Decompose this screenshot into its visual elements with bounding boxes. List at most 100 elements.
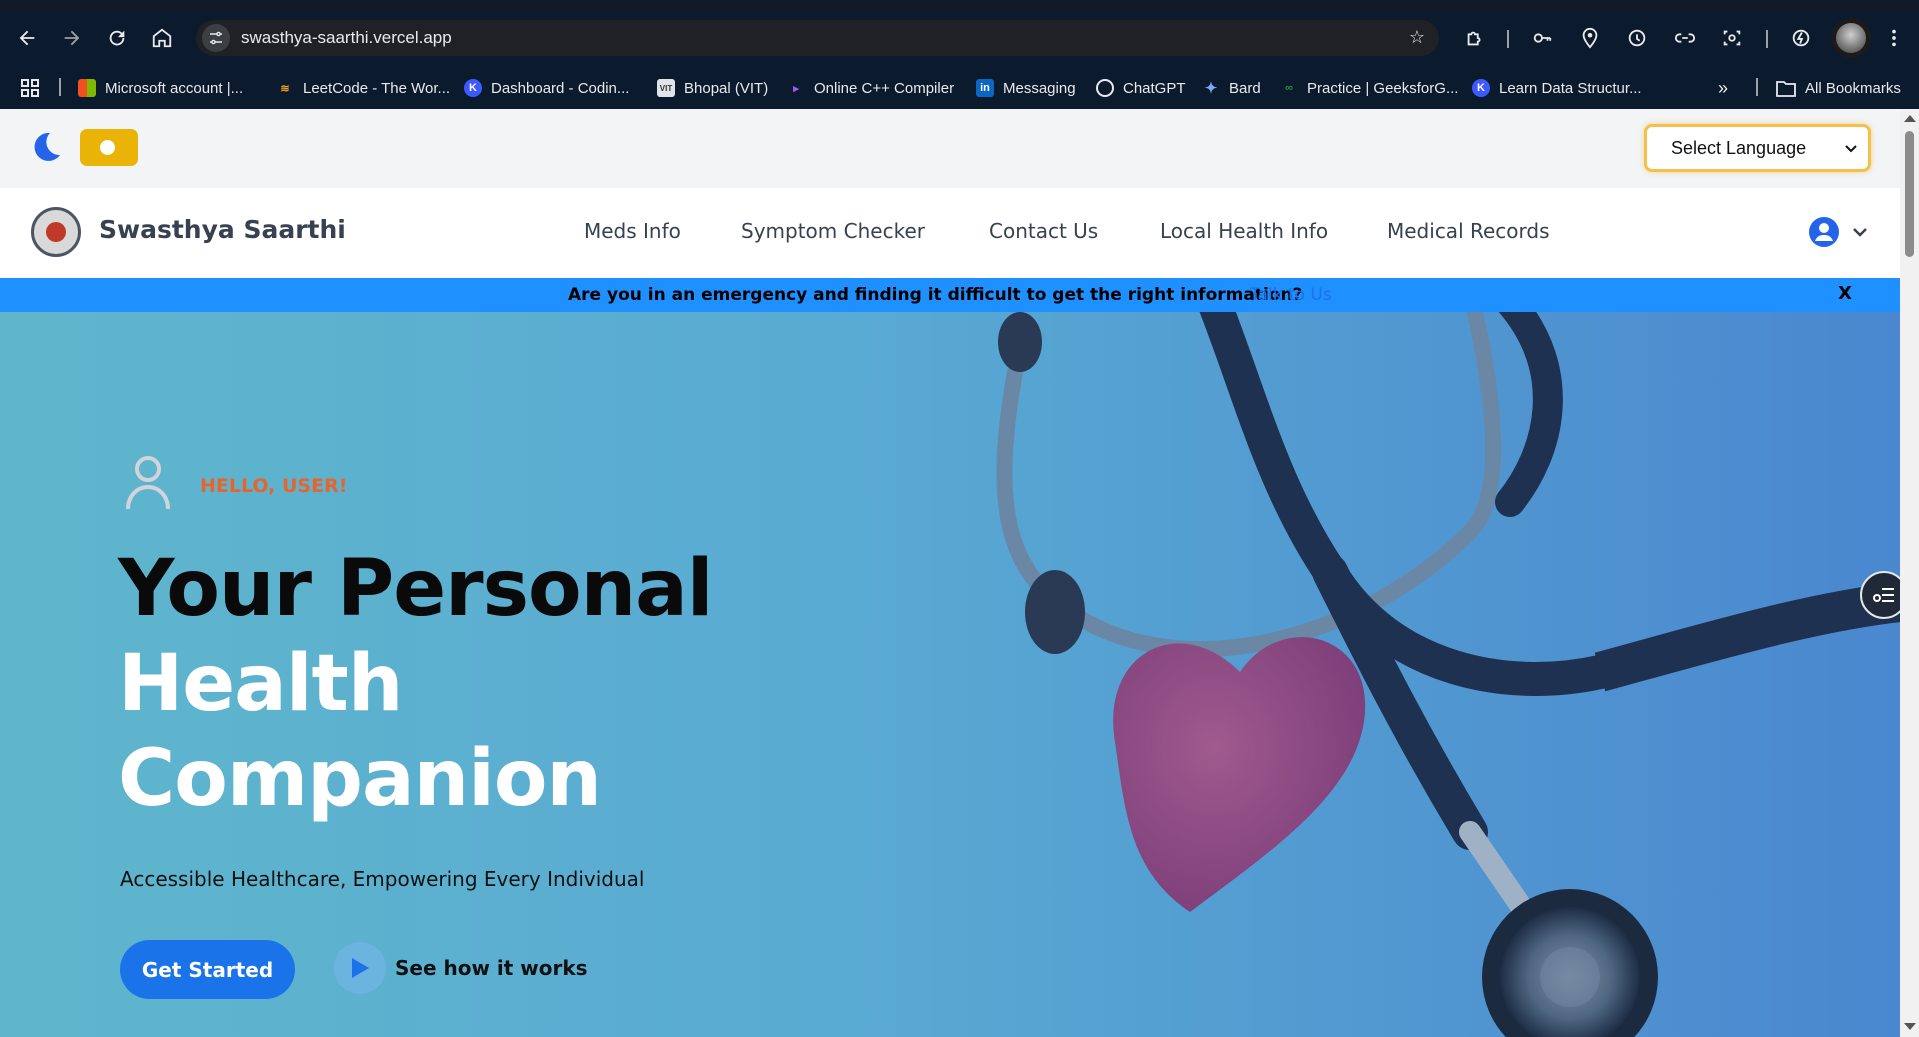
nav-link-meds-info[interactable]: Meds Info (584, 219, 681, 243)
bookmark-item[interactable]: ≋ LeetCode - The Wor... (276, 75, 450, 101)
vit-icon: VIT (657, 79, 675, 97)
site-info-button[interactable] (202, 24, 230, 52)
bookmark-label: Bard (1229, 79, 1261, 97)
profile-button[interactable] (1831, 18, 1871, 58)
floating-menu-button[interactable] (1860, 571, 1900, 619)
list-toggle-icon (1873, 588, 1894, 602)
bookmark-label: Microsoft account |... (105, 79, 244, 97)
utility-bar: Select Language (0, 109, 1900, 188)
scrollbar-thumb[interactable] (1905, 131, 1914, 257)
coding-ninjas-icon: K (1472, 79, 1490, 97)
address-bar[interactable]: swasthya-saarthi.vercel.app ☆ (196, 20, 1439, 56)
bookmark-star-icon[interactable]: ☆ (1409, 27, 1425, 48)
nav-link-local-health-info[interactable]: Local Health Info (1160, 219, 1328, 243)
puzzle-icon (1467, 31, 1481, 46)
more-vertical-icon (1892, 29, 1896, 47)
chatgpt-icon (1096, 79, 1114, 97)
apps-button[interactable] (20, 75, 40, 101)
scroll-down-arrow[interactable] (1904, 1023, 1916, 1030)
language-select-value: Select Language (1671, 137, 1807, 158)
bookmark-item[interactable]: VIT Bhopal (VIT) (657, 75, 768, 101)
nav-link-medical-records[interactable]: Medical Records (1387, 219, 1550, 243)
bookmarks-bar: Microsoft account |... ≋ LeetCode - The … (0, 66, 1919, 109)
page-viewport: Select Language Swasthya Saarthi Meds In… (0, 109, 1900, 1037)
greeting-text: HELLO, USER! (200, 475, 348, 497)
bookmark-item[interactable]: ChatGPT (1096, 75, 1186, 101)
toolbar-divider (1507, 30, 1509, 48)
theme-toggle[interactable] (80, 129, 138, 166)
reload-icon (109, 30, 125, 46)
hero-headline-line2: Health (118, 639, 403, 729)
browser-chrome: swasthya-saarthi.vercel.app ☆ Microsoft … (0, 0, 1919, 109)
user-account-icon[interactable] (1809, 217, 1839, 247)
bookmark-label: Bhopal (VIT) (684, 79, 769, 97)
all-bookmarks-button[interactable]: All Bookmarks (1776, 75, 1901, 101)
tune-icon (210, 31, 222, 45)
bookmark-item[interactable]: Microsoft account |... (78, 75, 243, 101)
browser-toolbar: swasthya-saarthi.vercel.app ☆ (0, 10, 1919, 66)
url-text: swasthya-saarthi.vercel.app (241, 28, 452, 47)
forward-button[interactable] (56, 22, 88, 54)
history-button[interactable] (1621, 22, 1653, 54)
nav-link-symptom-checker[interactable]: Symptom Checker (741, 219, 925, 243)
brand-logo[interactable] (31, 207, 81, 257)
bard-icon: ✦ (1204, 80, 1218, 97)
bookmark-item[interactable]: K Learn Data Structur... (1472, 75, 1642, 101)
nav-link-contact-us[interactable]: Contact Us (989, 219, 1098, 243)
bookmark-label: Online C++ Compiler (814, 79, 955, 97)
bookmarks-divider (1756, 78, 1758, 96)
chevron-down-icon (1845, 145, 1857, 153)
brand-name[interactable]: Swasthya Saarthi (99, 215, 346, 244)
talk-to-us-link[interactable]: Talk to Us (1250, 285, 1332, 305)
bookmark-item[interactable]: ∞ Practice | GeeksforG... (1280, 75, 1458, 101)
play-button[interactable] (334, 942, 386, 994)
chevron-double-right-icon: » (1718, 77, 1729, 98)
location-button[interactable] (1574, 22, 1606, 54)
bookmark-label: LeetCode - The Wor... (303, 79, 451, 97)
get-started-button[interactable]: Get Started (120, 940, 295, 999)
window-title-strip (0, 0, 1919, 10)
performance-button[interactable] (1785, 22, 1817, 54)
profile-avatar (1836, 23, 1866, 53)
hero-headline-line1: Your Personal (118, 544, 714, 634)
bookmark-label: Learn Data Structur... (1499, 79, 1642, 97)
bookmark-label: Dashboard - Codin... (491, 79, 630, 97)
scroll-up-arrow[interactable] (1904, 115, 1916, 122)
bookmark-item[interactable]: ✦ Bard (1202, 75, 1261, 101)
bookmark-label: Practice | GeeksforG... (1307, 79, 1459, 97)
copy-link-button[interactable] (1669, 22, 1701, 54)
page-scrollbar[interactable] (1900, 109, 1919, 1037)
back-button[interactable] (11, 22, 43, 54)
bookmark-label: Messaging (1003, 79, 1076, 97)
language-select[interactable]: Select Language (1644, 124, 1871, 172)
home-icon (152, 28, 172, 48)
lens-icon (1723, 30, 1741, 46)
logo-emblem (46, 222, 66, 242)
see-how-it-works-link[interactable]: See how it works (395, 956, 588, 980)
linkedin-icon: in (976, 79, 994, 97)
chevron-down-icon[interactable] (1851, 223, 1869, 241)
folder-icon (1776, 81, 1796, 97)
passwords-button[interactable] (1526, 22, 1558, 54)
more-bookmarks-button[interactable]: » (1718, 75, 1728, 101)
hero-headline-line3: Companion (118, 734, 602, 824)
home-button[interactable] (146, 22, 178, 54)
close-banner-button[interactable]: X (1838, 283, 1852, 304)
moon-icon[interactable] (28, 129, 64, 165)
main-navbar: Swasthya Saarthi Meds Info Symptom Check… (0, 188, 1900, 278)
stethoscope-heart-image (996, 312, 1900, 1037)
arrow-right-icon (64, 30, 80, 46)
bookmark-item[interactable]: in Messaging (976, 75, 1076, 101)
arrow-left-icon (19, 30, 35, 46)
bookmark-item[interactable]: ▸ Online C++ Compiler (787, 75, 954, 101)
toolbar-divider (1766, 30, 1768, 48)
bookmark-item[interactable]: K Dashboard - Codin... (464, 75, 629, 101)
speed-icon (1792, 29, 1810, 47)
browser-menu-button[interactable] (1878, 22, 1910, 54)
reload-button[interactable] (101, 22, 133, 54)
bookmarks-divider (59, 78, 61, 96)
history-icon (1628, 29, 1646, 47)
screenshot-button[interactable] (1716, 22, 1748, 54)
extensions-button[interactable] (1459, 22, 1491, 54)
play-icon (352, 958, 369, 978)
